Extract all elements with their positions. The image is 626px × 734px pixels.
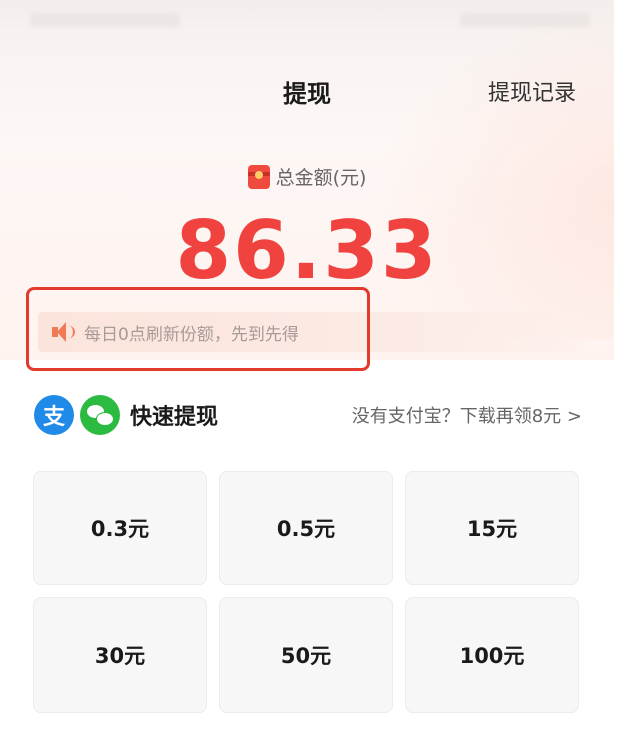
amount-option-30[interactable]: 30元: [33, 597, 207, 713]
total-amount-label: 总金额(元): [0, 163, 614, 190]
right-edge-strip: [614, 0, 626, 734]
quick-withdraw-header: 支 快速提现 没有支付宝？下载再领8元 >: [34, 393, 582, 437]
amount-option-0-3[interactable]: 0.3元: [33, 471, 207, 585]
status-bar: [30, 8, 590, 32]
amount-option-15[interactable]: 15元: [405, 471, 579, 585]
quick-withdraw-title: 快速提现: [130, 405, 219, 430]
amount-option-0-5[interactable]: 0.5元: [219, 471, 393, 585]
withdraw-amount-grid: 0.3元 0.5元 15元 30元 50元 100元: [33, 471, 579, 713]
withdraw-history-link[interactable]: 提现记录: [488, 75, 576, 107]
amount-option-50[interactable]: 50元: [219, 597, 393, 713]
download-alipay-promo-link[interactable]: 没有支付宝？下载再领8元 >: [352, 402, 582, 428]
highlight-annotation-box: [26, 287, 370, 371]
alipay-icon: 支: [34, 395, 74, 435]
red-packet-icon: [247, 164, 270, 189]
total-amount-value: 86.33: [175, 204, 439, 297]
total-amount-label-text: 总金额(元): [275, 167, 367, 189]
wechat-pay-icon: [80, 395, 120, 435]
amount-option-100[interactable]: 100元: [405, 597, 579, 713]
